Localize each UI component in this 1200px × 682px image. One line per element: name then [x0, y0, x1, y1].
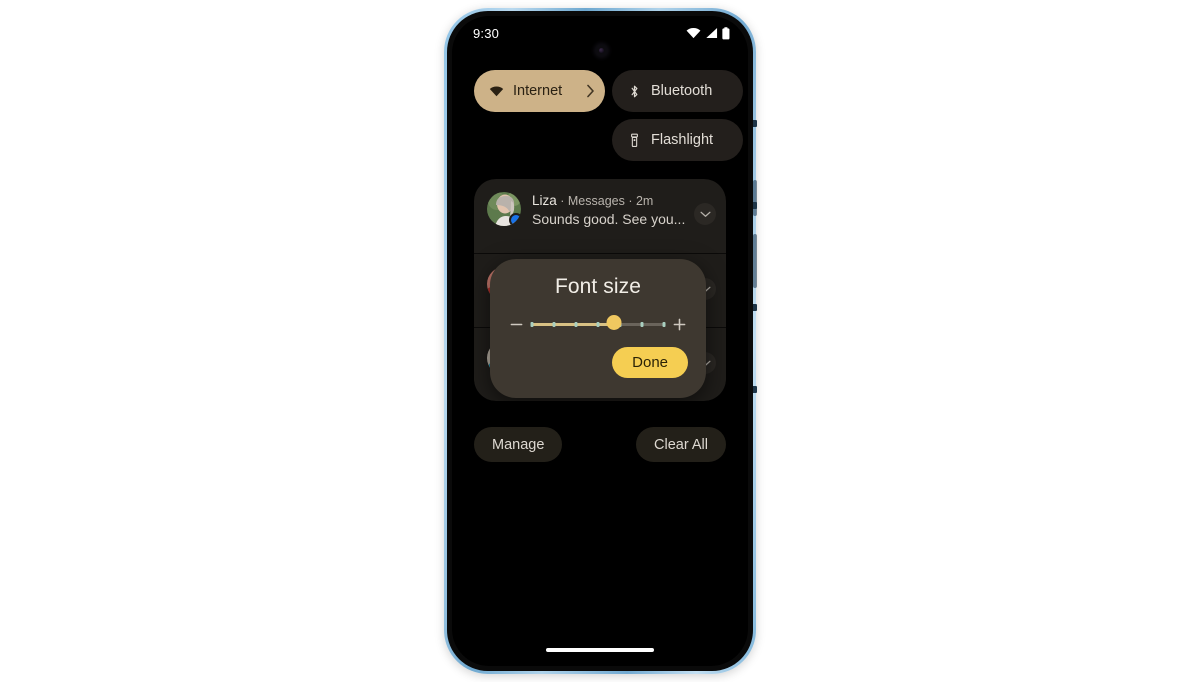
notification-header: Liza · Messages · 2m: [532, 193, 713, 208]
notification-sender: Liza: [532, 193, 557, 208]
notification-row-liza[interactable]: Liza · Messages · 2m Sounds good. See yo…: [474, 179, 726, 253]
dialog-title: Font size: [554, 275, 642, 298]
font-size-dialog: Font size Done: [490, 259, 706, 398]
slider-tick-4: [596, 321, 600, 327]
slider-tick-1: [530, 321, 534, 327]
wifi-icon: [686, 27, 701, 39]
status-bar-clock: 9:30: [473, 25, 500, 41]
front-camera-punch-hole: [596, 45, 607, 56]
slider-tick-6: [640, 321, 644, 327]
home-gesture-bar[interactable]: [546, 648, 654, 652]
font-size-slider[interactable]: [530, 315, 666, 333]
notification-message-text: Sounds good. See you...: [532, 211, 686, 227]
battery-icon: [722, 26, 730, 39]
screenshot-canvas: 9:30 Internet Bluetooth Flashlight Liza …: [0, 0, 1200, 682]
qs-tile-flashlight[interactable]: Flashlight: [612, 119, 743, 161]
slider-tick-2: [552, 321, 556, 327]
plus-icon[interactable]: [673, 318, 686, 331]
status-bar-icons: [686, 26, 730, 40]
qs-tile-bluetooth-label: Bluetooth: [651, 83, 713, 99]
avatar: [487, 192, 521, 226]
done-button[interactable]: Done: [612, 347, 688, 378]
slider-thumb[interactable]: [606, 315, 622, 330]
qs-tile-flashlight-label: Flashlight: [651, 132, 714, 148]
chevron-right-icon[interactable]: [586, 84, 595, 98]
cell-signal-icon: [706, 27, 718, 39]
power-button[interactable]: [753, 234, 757, 288]
notification-meta: · Messages · 2m: [556, 194, 654, 208]
dialog-actions: Done: [508, 347, 688, 378]
slider-tick-3: [574, 321, 578, 327]
qs-tile-internet[interactable]: Internet: [474, 70, 605, 112]
chevron-down-icon: [699, 211, 711, 217]
shade-footer: Manage Clear All: [474, 427, 726, 462]
font-size-slider-row: [508, 315, 688, 333]
clear-all-notifications-button[interactable]: Clear All: [636, 427, 726, 462]
slider-fill: [532, 322, 614, 326]
minus-icon[interactable]: [510, 318, 523, 331]
messages-app-badge: [509, 213, 521, 226]
quick-settings-panel: Internet Bluetooth Flashlight: [452, 70, 748, 161]
wifi-icon: [489, 86, 504, 97]
manage-notifications-button[interactable]: Manage: [474, 427, 563, 462]
volume-button[interactable]: [753, 180, 757, 216]
qs-tile-bluetooth[interactable]: Bluetooth: [612, 70, 743, 112]
notification-content: Liza · Messages · 2m Sounds good. See yo…: [532, 192, 713, 227]
qs-tile-internet-label: Internet: [513, 83, 563, 99]
slider-tick-7: [662, 321, 666, 327]
notification-expand-button-1[interactable]: [694, 203, 716, 225]
flashlight-icon: [627, 133, 642, 148]
bluetooth-icon: [627, 84, 642, 99]
